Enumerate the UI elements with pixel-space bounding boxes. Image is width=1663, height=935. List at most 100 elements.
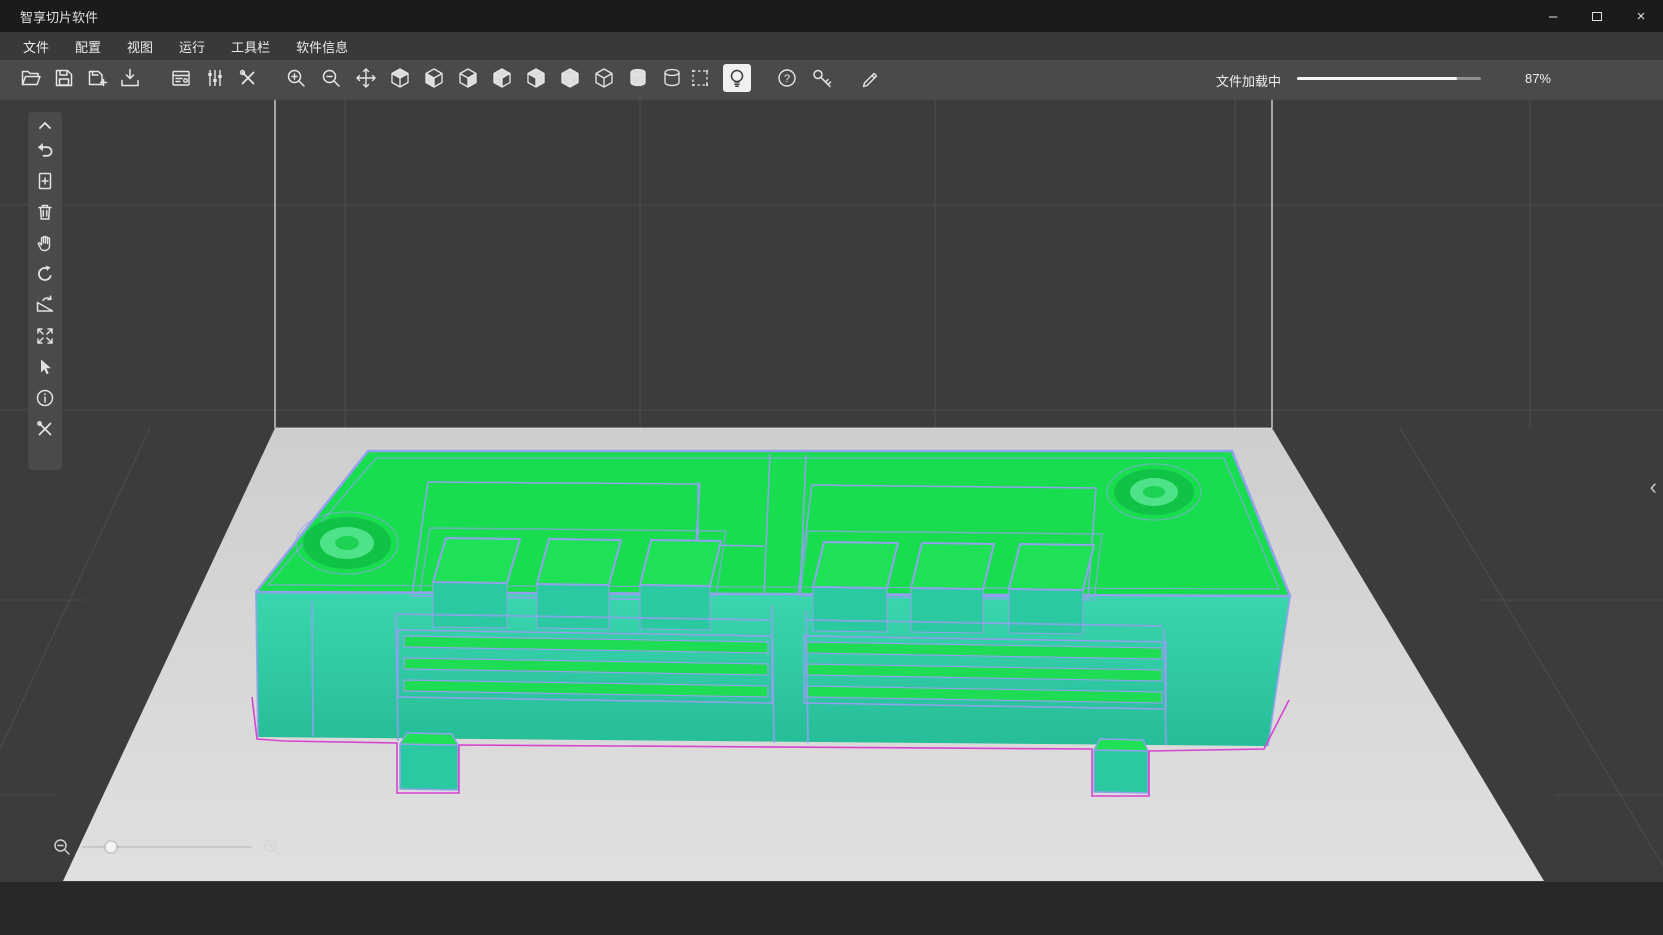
side-tool-panel (28, 112, 62, 470)
right-panel-collapse[interactable]: ‹ (1650, 476, 1657, 498)
help-icon: ? (776, 67, 798, 89)
undo-icon (34, 139, 56, 161)
menu-software-info[interactable]: 软件信息 (283, 32, 361, 60)
viewport-3d[interactable] (0, 0, 1663, 935)
collapse-panel-button[interactable] (31, 116, 59, 134)
cylinder-outline-button[interactable] (658, 64, 686, 92)
undo-button[interactable] (31, 134, 59, 165)
chevron-up-icon (37, 120, 53, 130)
cylinder-solid-icon (627, 67, 649, 89)
select-button[interactable] (31, 351, 59, 382)
vent-slots-left (398, 630, 772, 703)
machine-settings-button[interactable] (167, 64, 195, 92)
help-button[interactable]: ? (773, 64, 801, 92)
menu-view[interactable]: 视图 (114, 32, 166, 60)
info-icon (35, 388, 55, 408)
save-button[interactable] (50, 64, 78, 92)
zoom-out-button[interactable] (317, 64, 345, 92)
view-wireframe-icon (593, 67, 615, 89)
close-button[interactable]: × (1619, 0, 1663, 32)
view-solid-icon (559, 67, 581, 89)
menu-run[interactable]: 运行 (166, 32, 218, 60)
annotate-pen-button[interactable] (856, 64, 884, 92)
light-toggle-button[interactable] (723, 64, 751, 92)
view-iso-right-button[interactable] (522, 64, 550, 92)
mirror-icon (34, 294, 56, 316)
trash-icon (35, 202, 55, 222)
view-wireframe-button[interactable] (590, 64, 618, 92)
maximize-icon (1592, 12, 1602, 21)
view-solid-button[interactable] (556, 64, 584, 92)
cylinder-solid-button[interactable] (624, 64, 652, 92)
import-icon (119, 67, 141, 89)
open-folder-icon (20, 67, 42, 89)
view-iso-left-button[interactable] (488, 64, 516, 92)
view-left-button[interactable] (420, 64, 448, 92)
license-key-button[interactable] (808, 64, 836, 92)
window-title: 智享切片软件 (20, 7, 98, 26)
rotate-icon (34, 263, 56, 285)
view-top-button[interactable] (386, 64, 414, 92)
zoom-slider-track[interactable] (82, 846, 252, 848)
light-bulb-icon (726, 67, 748, 89)
view-iso-left-icon (491, 67, 513, 89)
zoom-in-button[interactable] (282, 64, 310, 92)
expand-arrows-icon (35, 326, 55, 346)
menu-config[interactable]: 配置 (62, 32, 114, 60)
menu-toolbar[interactable]: 工具栏 (218, 32, 283, 60)
key-icon (811, 67, 833, 89)
zoom-control (52, 833, 292, 861)
menu-file[interactable]: 文件 (10, 32, 62, 60)
mirror-model-button[interactable] (31, 289, 59, 320)
bounding-box-button[interactable] (686, 64, 714, 92)
loading-progress-percent: 87% (1525, 71, 1551, 86)
loading-progress-track (1297, 77, 1481, 80)
minimize-icon: – (1549, 8, 1557, 25)
boss-right (1107, 464, 1201, 520)
zoom-out-icon[interactable] (52, 837, 72, 857)
view-right-button[interactable] (454, 64, 482, 92)
close-icon: × (1637, 8, 1646, 25)
maximize-button[interactable] (1575, 0, 1619, 32)
svg-text:?: ? (784, 73, 790, 85)
pan-button[interactable] (31, 227, 59, 258)
cylinder-outline-icon (661, 67, 683, 89)
view-iso-right-icon (525, 67, 547, 89)
menu-bar: 文件 配置 视图 运行 工具栏 软件信息 (0, 32, 1663, 60)
tools-button[interactable] (234, 64, 262, 92)
parameter-sliders-icon (204, 67, 226, 89)
cursor-icon (35, 357, 55, 377)
pen-icon (859, 67, 881, 89)
title-bar: 智享切片软件 – × (0, 0, 1663, 32)
fit-view-button[interactable] (31, 320, 59, 351)
zoom-in-icon[interactable] (262, 837, 282, 857)
repair-tools-button[interactable] (31, 413, 59, 444)
vent-slots-right (804, 636, 1166, 709)
import-button[interactable] (116, 64, 144, 92)
status-bar (0, 882, 1663, 935)
move-model-button[interactable] (352, 64, 380, 92)
rotate-view-button[interactable] (31, 258, 59, 289)
view-right-icon (457, 67, 479, 89)
add-model-button[interactable] (31, 165, 59, 196)
view-top-icon (389, 67, 411, 89)
parameter-settings-button[interactable] (201, 64, 229, 92)
save-as-button[interactable] (83, 64, 111, 92)
boss-left (296, 512, 398, 574)
machine-settings-icon (170, 67, 192, 89)
window-controls: – × (1531, 0, 1663, 32)
view-left-icon (423, 67, 445, 89)
loading-progress-fill (1297, 77, 1457, 80)
delete-model-button[interactable] (31, 196, 59, 227)
hand-icon (35, 233, 55, 253)
bounding-box-icon (689, 67, 711, 89)
move-arrows-icon (355, 67, 377, 89)
minimize-button[interactable]: – (1531, 0, 1575, 32)
zoom-out-icon (320, 67, 342, 89)
save-icon (53, 67, 75, 89)
add-file-icon (35, 171, 55, 191)
model-info-button[interactable] (31, 382, 59, 413)
open-file-button[interactable] (17, 64, 45, 92)
zoom-slider-thumb[interactable] (105, 842, 116, 853)
crossed-tools-icon (237, 67, 259, 89)
